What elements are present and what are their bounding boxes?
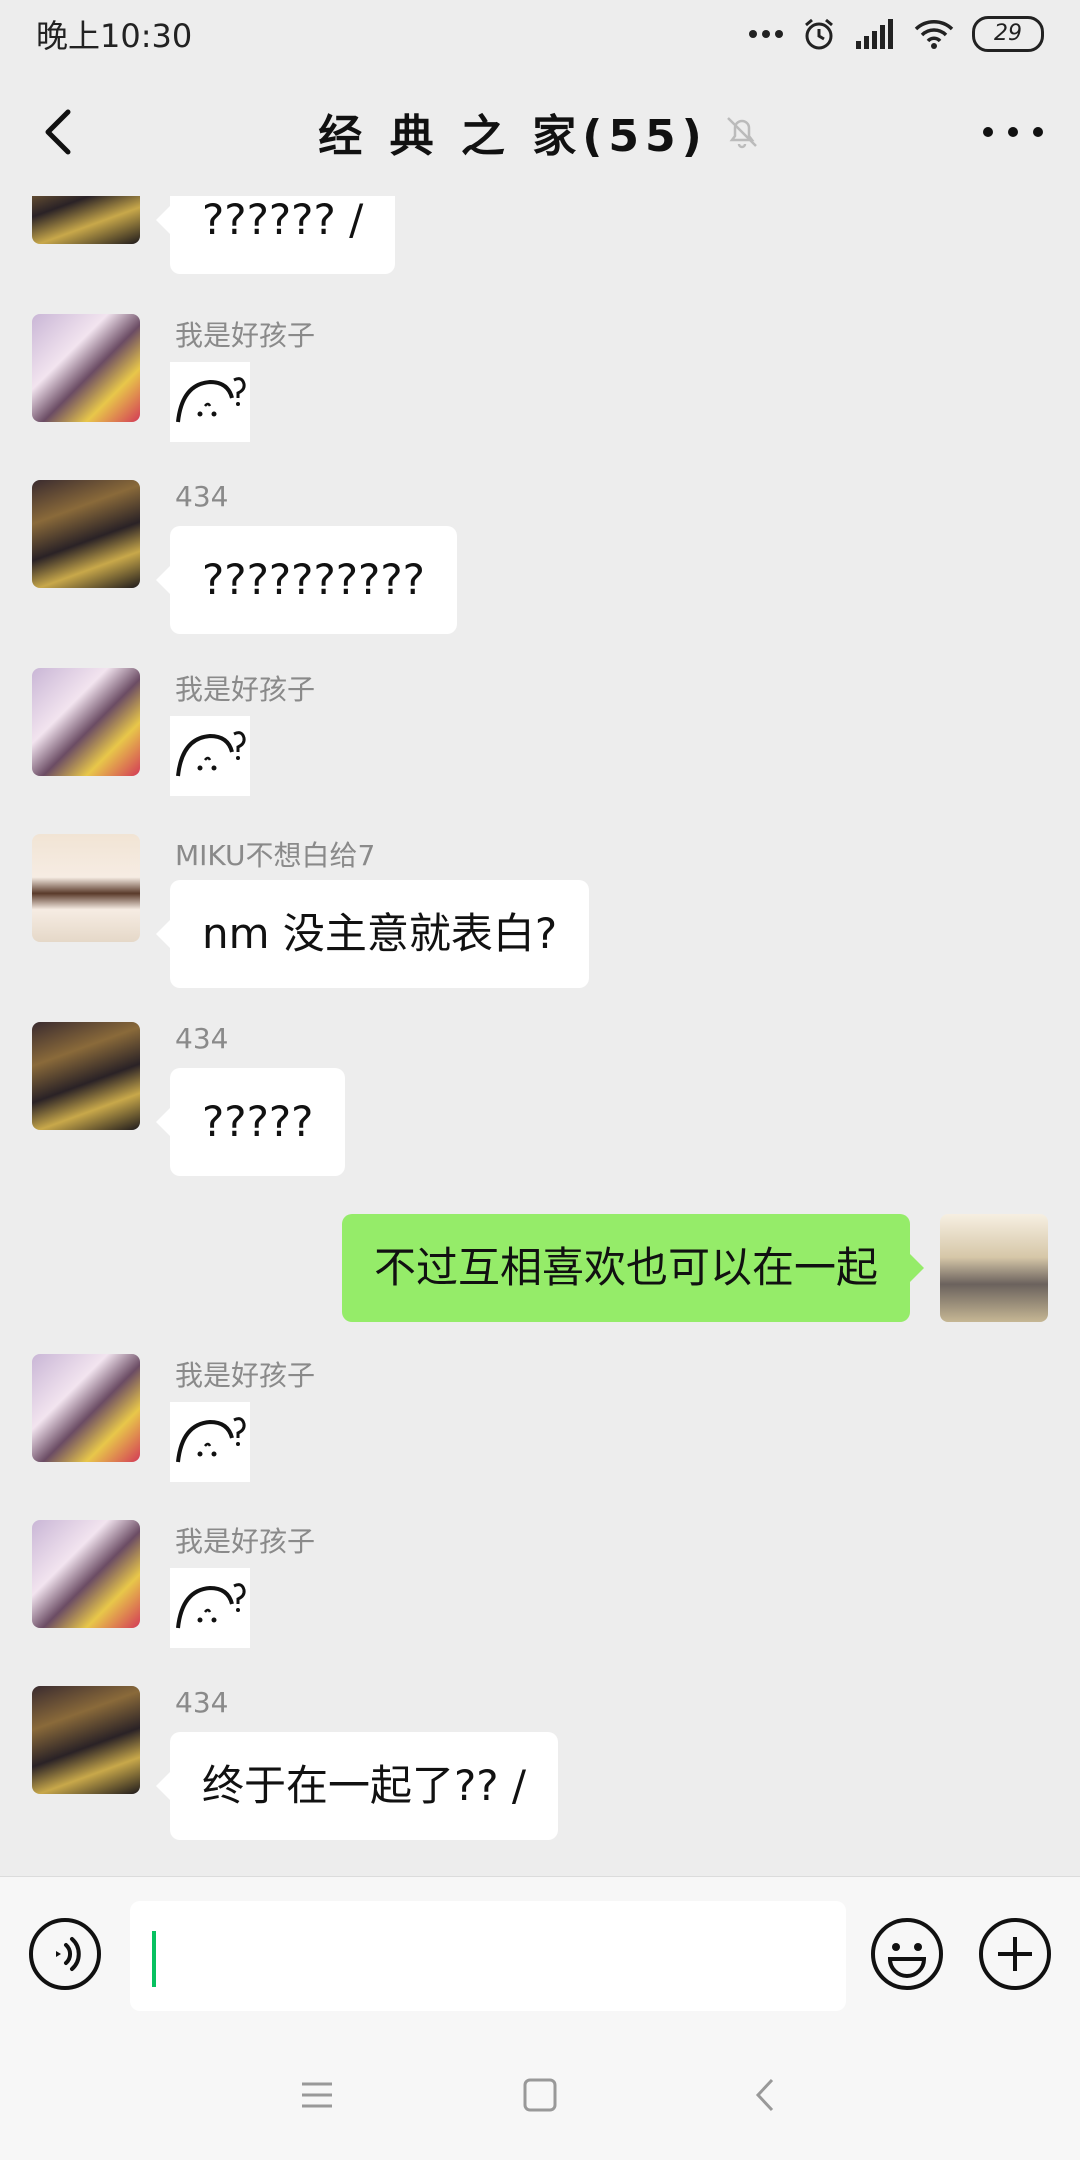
message-bubble[interactable]: ????? xyxy=(155,1068,346,1176)
text-cursor xyxy=(152,1931,156,1987)
menu-icon[interactable] xyxy=(292,2070,342,2120)
wifi-icon xyxy=(914,20,954,49)
avatar[interactable] xyxy=(32,1022,140,1130)
status-bar: 晚上10:30 29 xyxy=(0,0,1080,68)
sender-name: 我是好孩子 xyxy=(175,1525,316,1558)
message-list[interactable]: ?????? / 我是好孩子 434 ?????????? 我是好孩子 MIKU… xyxy=(0,196,1080,1876)
chat-header: 经 典 之 家(55) xyxy=(0,68,1080,196)
avatar[interactable] xyxy=(32,1354,140,1462)
voice-input-icon[interactable] xyxy=(28,1917,102,1991)
back-nav-icon[interactable] xyxy=(742,2070,792,2120)
system-navigation-bar xyxy=(0,2030,1080,2160)
alarm-icon xyxy=(805,18,833,50)
avatar[interactable] xyxy=(32,668,140,776)
sender-name: 434 xyxy=(175,1022,229,1055)
avatar[interactable] xyxy=(32,480,140,588)
sender-name: 我是好孩子 xyxy=(175,319,316,352)
message-bubble-self[interactable]: 不过互相喜欢也可以在一起 xyxy=(341,1214,925,1322)
sender-name: 434 xyxy=(175,1686,229,1719)
message-bubble[interactable]: nm 没主意就表白? xyxy=(155,880,590,988)
self-avatar[interactable] xyxy=(940,1214,1048,1322)
battery-indicator: 29 xyxy=(972,16,1044,52)
signal-icon xyxy=(856,19,893,49)
status-icons: 29 xyxy=(748,16,1044,52)
avatar[interactable] xyxy=(32,196,140,244)
sender-name: 434 xyxy=(175,480,229,513)
add-icon[interactable] xyxy=(978,1917,1052,1991)
input-bar xyxy=(0,1876,1080,2031)
message-input[interactable] xyxy=(130,1901,846,2011)
confused-face-sticker[interactable] xyxy=(170,1568,250,1648)
avatar[interactable] xyxy=(32,834,140,942)
avatar[interactable] xyxy=(32,1520,140,1628)
avatar[interactable] xyxy=(32,1686,140,1794)
emoji-icon[interactable] xyxy=(870,1917,944,1991)
more-dots-icon xyxy=(749,30,783,38)
home-square-icon[interactable] xyxy=(515,2070,565,2120)
status-time: 晚上10:30 xyxy=(36,17,193,55)
sender-name: 我是好孩子 xyxy=(175,1359,316,1392)
message-bubble[interactable]: ?????????? xyxy=(156,526,457,634)
back-arrow-icon[interactable] xyxy=(32,104,88,160)
sender-name: 我是好孩子 xyxy=(175,673,316,706)
message-bubble[interactable]: 终于在一起了?? / xyxy=(155,1732,559,1840)
more-options-icon[interactable] xyxy=(978,104,1048,160)
confused-face-sticker[interactable] xyxy=(170,362,250,442)
confused-face-sticker[interactable] xyxy=(170,716,250,796)
sender-name: MIKU不想白给7 xyxy=(175,839,376,872)
muted-bell-icon xyxy=(726,117,757,149)
avatar[interactable] xyxy=(32,314,140,422)
chat-title: 经 典 之 家(55) xyxy=(318,111,708,162)
message-bubble[interactable]: ?????? / xyxy=(155,196,396,274)
confused-face-sticker[interactable] xyxy=(170,1402,250,1482)
